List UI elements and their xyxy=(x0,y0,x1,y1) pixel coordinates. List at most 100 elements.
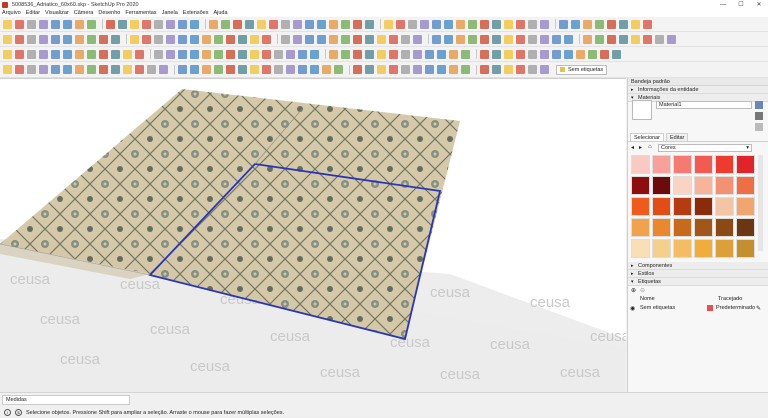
toolbar-tool-icon[interactable] xyxy=(377,65,386,74)
toolbar-tool-icon[interactable] xyxy=(190,49,199,59)
toolbar-tool-icon[interactable] xyxy=(571,19,580,29)
toolbar-tool-icon[interactable] xyxy=(353,65,362,74)
toolbar-tool-icon[interactable] xyxy=(269,19,278,29)
toolbar-tool-icon[interactable] xyxy=(178,49,187,59)
color-swatch[interactable] xyxy=(631,218,650,237)
color-swatch[interactable] xyxy=(715,155,734,174)
color-swatch[interactable] xyxy=(736,176,755,195)
toolbar-tool-icon[interactable] xyxy=(310,65,319,74)
toolbar-tool-icon[interactable] xyxy=(480,34,489,44)
color-swatch[interactable] xyxy=(652,155,671,174)
toolbar-tool-icon[interactable] xyxy=(667,34,676,44)
toolbar-tool-icon[interactable] xyxy=(365,65,374,74)
toolbar-tool-icon[interactable] xyxy=(353,19,362,29)
toolbar-tool-icon[interactable] xyxy=(190,65,199,74)
info-icon[interactable]: i xyxy=(4,409,11,416)
toolbar-tool-icon[interactable] xyxy=(87,49,96,59)
toolbar-tool-icon[interactable] xyxy=(317,34,326,44)
color-swatch[interactable] xyxy=(715,197,734,216)
toolbar-tool-icon[interactable] xyxy=(619,34,628,44)
home-icon[interactable]: ⌂ xyxy=(648,144,652,150)
toolbar-tool-icon[interactable] xyxy=(27,19,36,29)
toolbar-tool-icon[interactable] xyxy=(322,65,331,74)
toolbar-tool-icon[interactable] xyxy=(209,19,218,29)
toolbar-tool-icon[interactable] xyxy=(293,19,302,29)
toolbar-tool-icon[interactable] xyxy=(130,34,139,44)
toolbar-tool-icon[interactable] xyxy=(401,65,410,74)
toolbar-tool-icon[interactable] xyxy=(166,34,175,44)
geo-location-icon[interactable]: $ xyxy=(15,409,22,416)
toolbar-tool-icon[interactable] xyxy=(202,49,211,59)
toolbar-tool-icon[interactable] xyxy=(214,34,223,44)
drawing-viewport[interactable]: ceusa ceusa ceusa ceusa ceusa ceusa ceusa ceusa… xyxy=(0,78,626,392)
toolbar-tool-icon[interactable] xyxy=(262,34,271,44)
color-swatch[interactable] xyxy=(652,197,671,216)
toolbar-tool-icon[interactable] xyxy=(274,49,283,59)
toolbar-tool-icon[interactable] xyxy=(190,34,199,44)
display-secondary-icon[interactable] xyxy=(755,101,763,109)
toolbar-tool-icon[interactable] xyxy=(87,65,96,74)
toolbar-tool-icon[interactable] xyxy=(456,19,465,29)
menu-ajuda[interactable]: Ajuda xyxy=(213,10,227,16)
toolbar-tool-icon[interactable] xyxy=(154,34,163,44)
toolbar-tool-icon[interactable] xyxy=(655,34,664,44)
toolbar-tool-icon[interactable] xyxy=(643,34,652,44)
toolbar-tool-icon[interactable] xyxy=(528,34,537,44)
toolbar-tool-icon[interactable] xyxy=(389,49,398,59)
toolbar-tool-icon[interactable] xyxy=(293,34,302,44)
model-canvas[interactable]: ceusa ceusa ceusa ceusa ceusa ceusa ceusa ceusa… xyxy=(0,79,626,392)
measurements-box[interactable]: Medidas xyxy=(2,395,130,405)
toolbar-tool-icon[interactable] xyxy=(245,19,254,29)
toolbar-tool-icon[interactable] xyxy=(329,49,338,59)
color-swatch[interactable] xyxy=(736,218,755,237)
toolbar-tool-icon[interactable] xyxy=(504,19,513,29)
toolbar-tool-icon[interactable] xyxy=(583,19,592,29)
toolbar-tool-icon[interactable] xyxy=(449,65,458,74)
toolbar-tool-icon[interactable] xyxy=(87,34,96,44)
color-swatch[interactable] xyxy=(673,239,692,258)
toolbar-tool-icon[interactable] xyxy=(576,49,585,59)
back-arrow-icon[interactable]: ◂ xyxy=(631,144,634,151)
toolbar-tool-icon[interactable] xyxy=(250,65,259,74)
color-swatch[interactable] xyxy=(736,239,755,258)
toolbar-tool-icon[interactable] xyxy=(135,65,144,74)
toolbar-tool-icon[interactable] xyxy=(51,34,60,44)
toolbar-tool-icon[interactable] xyxy=(401,34,410,44)
toolbar-tool-icon[interactable] xyxy=(377,34,386,44)
create-material-icon[interactable] xyxy=(755,112,763,120)
toolbar-tool-icon[interactable] xyxy=(135,49,144,59)
add-tag-icon[interactable]: ⊕ xyxy=(631,287,636,294)
toolbar-tool-icon[interactable] xyxy=(281,34,290,44)
toolbar-tool-icon[interactable] xyxy=(142,34,151,44)
toolbar-tool-icon[interactable] xyxy=(461,49,470,59)
toolbar-tool-icon[interactable] xyxy=(3,65,12,74)
toolbar-tool-icon[interactable] xyxy=(631,19,640,29)
toolbar-tool-icon[interactable] xyxy=(15,65,24,74)
toolbar-tool-icon[interactable] xyxy=(159,65,168,74)
minimize-button[interactable]: — xyxy=(714,0,732,9)
swatch-scrollbar[interactable] xyxy=(758,155,763,251)
toolbar-tool-icon[interactable] xyxy=(154,49,163,59)
toolbar-tool-icon[interactable] xyxy=(111,65,120,74)
toolbar-tool-icon[interactable] xyxy=(341,34,350,44)
toolbar-tool-icon[interactable] xyxy=(643,19,652,29)
toolbar-tool-icon[interactable] xyxy=(413,34,422,44)
color-swatch[interactable] xyxy=(673,176,692,195)
toolbar-tool-icon[interactable] xyxy=(552,34,561,44)
toolbar-tool-icon[interactable] xyxy=(99,49,108,59)
color-swatch[interactable] xyxy=(736,197,755,216)
toolbar-tool-icon[interactable] xyxy=(214,49,223,59)
tab-selecionar[interactable]: Selecionar xyxy=(630,133,664,141)
menu-janela[interactable]: Janela xyxy=(162,10,178,16)
toolbar-tool-icon[interactable] xyxy=(492,49,501,59)
color-swatch[interactable] xyxy=(631,176,650,195)
toolbar-tool-icon[interactable] xyxy=(504,49,513,59)
toolbar-tool-icon[interactable] xyxy=(564,49,573,59)
styles-panel-header[interactable]: ▸ Estilos xyxy=(628,270,768,278)
toolbar-tool-icon[interactable] xyxy=(437,49,446,59)
toolbar-tool-icon[interactable] xyxy=(298,49,307,59)
toolbar-tool-icon[interactable] xyxy=(540,49,549,59)
toolbar-tool-icon[interactable] xyxy=(341,49,350,59)
forward-arrow-icon[interactable]: ▸ xyxy=(639,144,642,151)
toolbar-tool-icon[interactable] xyxy=(607,34,616,44)
